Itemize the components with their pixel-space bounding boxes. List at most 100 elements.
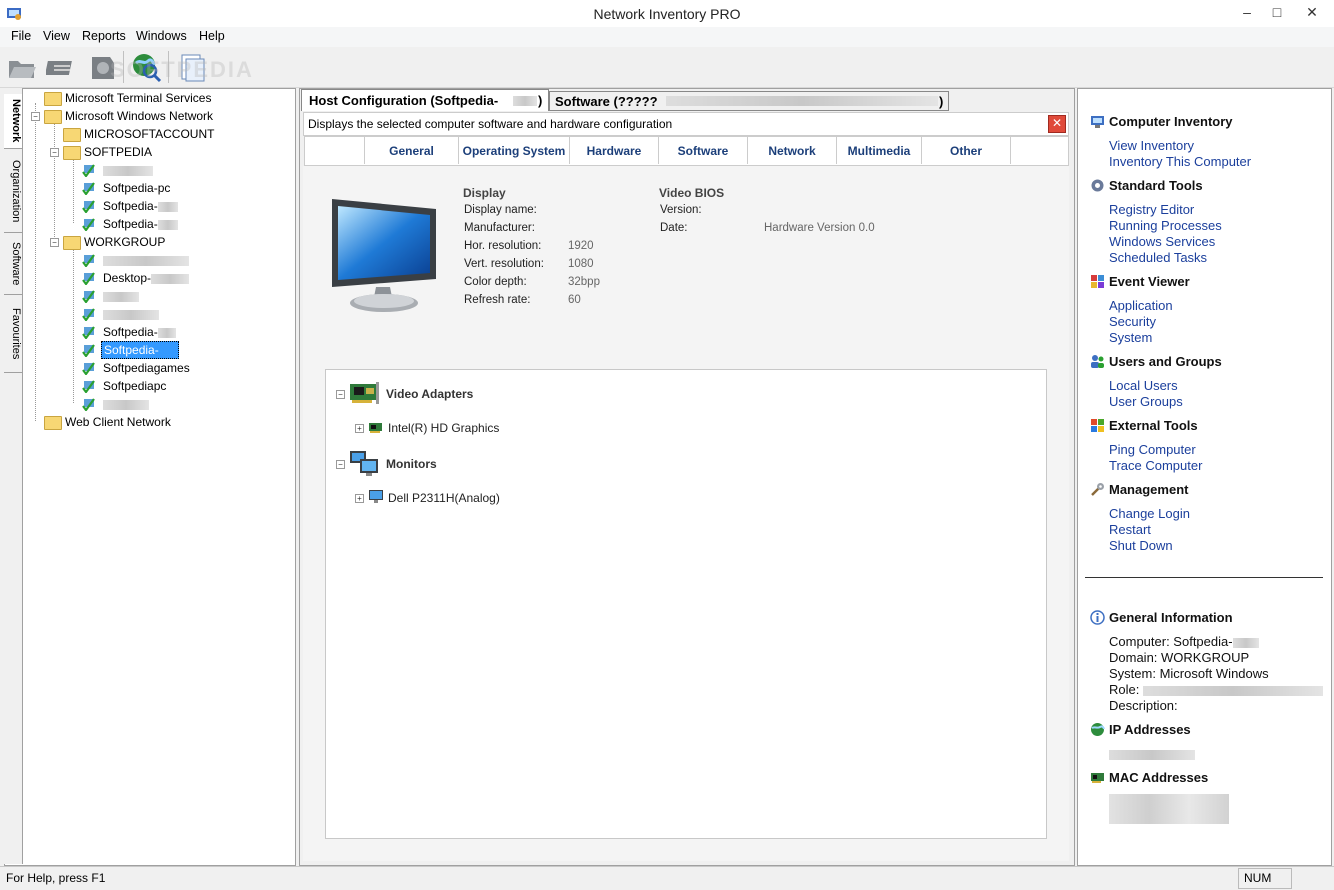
collapse-icon[interactable]: − (50, 148, 59, 157)
tree-item[interactable]: WORKGROUP (84, 235, 165, 249)
hor-resolution-value: 1920 (568, 240, 594, 252)
computer-check-icon (82, 290, 95, 303)
scheduled-tasks-link[interactable]: Scheduled Tasks (1109, 250, 1207, 265)
folder-icon (63, 128, 81, 142)
expand-icon[interactable]: + (355, 494, 364, 503)
monitor-icon (332, 199, 436, 312)
collapse-icon[interactable]: − (50, 238, 59, 247)
tab-general[interactable]: General (364, 137, 458, 164)
tree-line (35, 103, 37, 421)
collapse-icon[interactable]: − (336, 460, 345, 469)
maximize-button[interactable]: □ (1262, 0, 1292, 26)
tab-hardware[interactable]: Hardware (569, 137, 658, 164)
tree-item-host[interactable] (103, 163, 153, 177)
tab-other[interactable]: Other (921, 137, 1010, 164)
event-viewer-header: Event Viewer (1109, 274, 1190, 289)
open-folder-icon[interactable] (6, 51, 38, 83)
refresh-rate-label: Refresh rate: (464, 294, 531, 306)
info-bar: Displays the selected computer software … (303, 112, 1069, 136)
view-inventory-link[interactable]: View Inventory (1109, 138, 1194, 153)
tree-item-host[interactable]: Desktop- (103, 271, 190, 285)
tab-network-info[interactable]: Network (747, 137, 836, 164)
tab-organization[interactable]: Organization (4, 150, 22, 233)
video-adapter-item[interactable]: Intel(R) HD Graphics (388, 421, 499, 435)
tree-item-host[interactable]: Softpedia-pc (103, 181, 170, 195)
minimize-button[interactable]: – (1232, 0, 1262, 26)
tree-item[interactable]: SOFTPEDIA (84, 145, 152, 159)
ip-address-value (1109, 747, 1195, 761)
computer-info-label: Computer: Softpedia- (1109, 634, 1233, 649)
local-users-link[interactable]: Local Users (1109, 378, 1178, 393)
menu-file[interactable]: File (11, 29, 31, 43)
tree-item-host-selected[interactable]: Softpedia- (101, 341, 179, 359)
computer-check-icon (82, 398, 95, 411)
inventory-this-computer-link[interactable]: Inventory This Computer (1109, 154, 1251, 169)
computer-check-icon (82, 326, 95, 339)
mac-addresses-header: MAC Addresses (1109, 770, 1209, 785)
menu-bar: File View Reports Windows Help (0, 27, 1334, 47)
user-groups-link[interactable]: User Groups (1109, 394, 1183, 409)
computer-check-icon (82, 308, 95, 321)
application-log-link[interactable]: Application (1109, 298, 1173, 313)
registry-editor-link[interactable]: Registry Editor (1109, 202, 1194, 217)
collapse-icon[interactable]: − (336, 390, 345, 399)
restart-link[interactable]: Restart (1109, 522, 1151, 537)
running-processes-link[interactable]: Running Processes (1109, 218, 1222, 233)
tree-item-host[interactable]: Softpedia- (103, 217, 178, 231)
tree-item-host[interactable] (103, 253, 189, 267)
expand-icon[interactable]: + (355, 424, 364, 433)
trace-computer-link[interactable]: Trace Computer (1109, 458, 1202, 473)
tab-favourites[interactable]: Favourites (4, 296, 22, 373)
ping-computer-link[interactable]: Ping Computer (1109, 442, 1196, 457)
close-panel-button[interactable]: ✕ (1048, 115, 1066, 133)
tab-software[interactable]: Software (4, 234, 22, 295)
tree-item-host[interactable] (103, 289, 139, 303)
tree-item-host[interactable]: Softpediapc (103, 379, 166, 393)
tree-item[interactable]: Microsoft Terminal Services (65, 91, 211, 105)
tab-network[interactable]: Network (4, 94, 22, 149)
change-login-link[interactable]: Change Login (1109, 506, 1190, 521)
num-lock-indicator: NUM (1238, 868, 1292, 889)
scan-icon[interactable] (46, 51, 78, 83)
tree-item-host[interactable] (103, 397, 149, 411)
tree-item-host[interactable]: Softpedia- (103, 199, 178, 213)
menu-windows[interactable]: Windows (136, 29, 187, 43)
tree-item[interactable]: MICROSOFTACCOUNT (84, 127, 214, 141)
tab-software-info[interactable]: Software (658, 137, 747, 164)
display-header: Display (463, 186, 506, 200)
computer-check-icon (82, 182, 95, 195)
monitors-header: Monitors (386, 457, 437, 471)
tab-multimedia[interactable]: Multimedia (836, 137, 921, 164)
tree-item-host[interactable]: Softpediagames (103, 361, 190, 375)
tree-item-host[interactable]: Softpedia- (103, 325, 176, 339)
role-info: Role: (1109, 682, 1323, 697)
menu-reports[interactable]: Reports (82, 29, 126, 43)
host-label: Desktop- (103, 271, 152, 285)
monitors-icon (350, 451, 378, 476)
tree-item[interactable]: Web Client Network (65, 415, 171, 429)
menu-view[interactable]: View (43, 29, 70, 43)
category-tabs: General Operating System Hardware Softwa… (304, 136, 1069, 166)
close-button[interactable]: ✕ (1292, 0, 1332, 26)
ip-addresses-header: IP Addresses (1109, 722, 1191, 737)
tab-host-configuration[interactable]: Host Configuration (Softpedia- ) (301, 89, 549, 111)
info-icon (1090, 610, 1105, 625)
collapse-icon[interactable]: − (31, 112, 40, 121)
monitor-item[interactable]: Dell P2311H(Analog) (388, 491, 500, 505)
tree-item[interactable]: Microsoft Windows Network (65, 109, 213, 123)
computer-check-icon (82, 380, 95, 393)
computer-check-icon (82, 200, 95, 213)
video-card-small-icon (369, 423, 382, 433)
system-log-link[interactable]: System (1109, 330, 1152, 345)
menu-help[interactable]: Help (199, 29, 225, 43)
security-log-link[interactable]: Security (1109, 314, 1156, 329)
bios-date-label: Date: (660, 222, 688, 234)
toolbar: SOFTPEDIA (0, 47, 1334, 88)
video-card-icon (350, 382, 379, 404)
tab-operating-system[interactable]: Operating System (458, 137, 569, 164)
shut-down-link[interactable]: Shut Down (1109, 538, 1173, 553)
tab-software[interactable]: Software (????? ) (549, 91, 949, 111)
windows-icon (1091, 419, 1104, 432)
tree-item-host[interactable] (103, 307, 159, 321)
windows-services-link[interactable]: Windows Services (1109, 234, 1215, 249)
